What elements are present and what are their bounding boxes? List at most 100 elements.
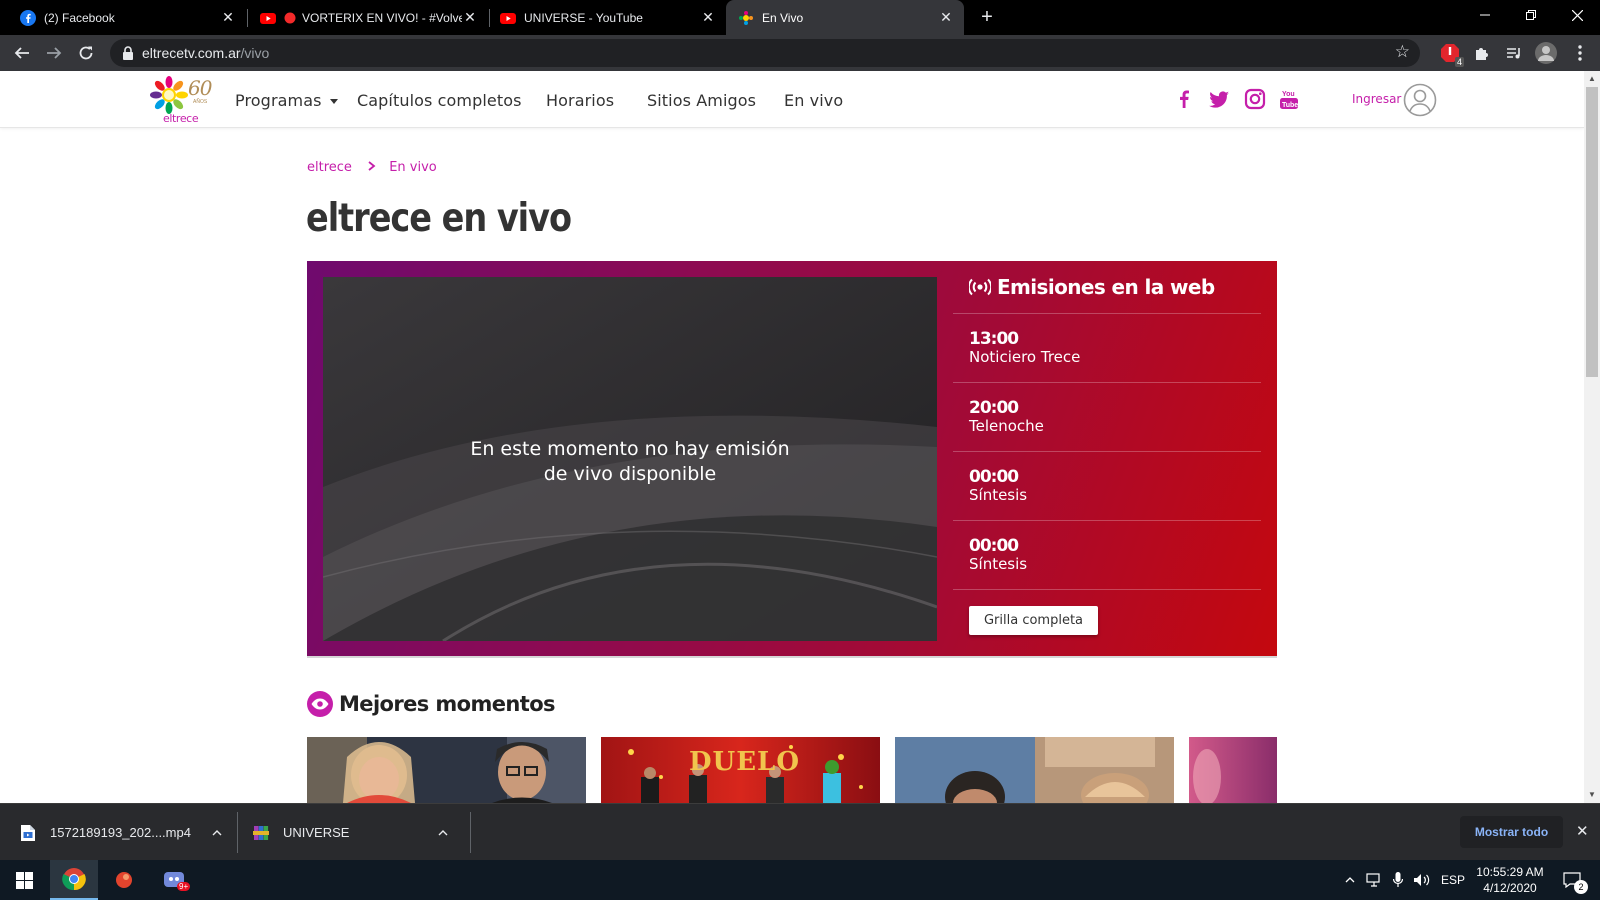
breadcrumb-current[interactable]: En vivo (389, 160, 437, 175)
breadcrumb-home[interactable]: eltrece (307, 160, 352, 175)
scroll-down-arrow-icon[interactable]: ▼ (1584, 787, 1600, 803)
taskbar-discord[interactable]: 9+ (150, 860, 198, 900)
moment-thumbnail[interactable] (1189, 737, 1277, 803)
grilla-completa-button[interactable]: Grilla completa (969, 606, 1098, 635)
reload-icon (79, 46, 93, 60)
nav-capitulos[interactable]: Capítulos completos (357, 91, 522, 110)
page-scrollbar[interactable]: ▲ ▼ (1584, 71, 1600, 803)
scroll-up-arrow-icon[interactable]: ▲ (1584, 71, 1600, 87)
taskbar-media-app[interactable] (100, 860, 148, 900)
close-tab-icon[interactable]: ✕ (462, 9, 478, 26)
close-tab-icon[interactable]: ✕ (938, 9, 954, 26)
close-window-button[interactable] (1554, 0, 1600, 30)
media-controls-button[interactable] (1502, 41, 1526, 65)
login-link[interactable]: Ingresar (1352, 92, 1401, 106)
schedule-item[interactable]: 00:00 Síntesis (953, 520, 1261, 589)
nav-sitios-amigos[interactable]: Sitios Amigos (647, 91, 756, 110)
no-stream-message: En este momento no hay emisión de vivo d… (323, 437, 937, 487)
chevron-up-icon (1345, 877, 1355, 883)
back-button[interactable] (10, 41, 34, 65)
show-hidden-icons-button[interactable] (1340, 860, 1360, 900)
arrow-left-icon (14, 47, 29, 59)
taskbar-chrome[interactable] (50, 860, 98, 900)
moment-thumbnail-image (1189, 737, 1277, 803)
schedule-program: Telenoche (969, 417, 1044, 435)
close-tab-icon[interactable]: ✕ (220, 9, 236, 26)
site-header: 60 AÑOS eltrece Programas Capítulos comp… (0, 71, 1584, 128)
chrome-menu-button[interactable] (1568, 41, 1592, 65)
restore-button[interactable] (1508, 0, 1554, 30)
live-panel: En este momento no hay emisión de vivo d… (307, 261, 1277, 658)
video-player[interactable]: En este momento no hay emisión de vivo d… (323, 277, 937, 641)
facebook-icon[interactable] (1173, 88, 1195, 110)
youtube-icon (260, 12, 276, 24)
svg-text:Tube: Tube (1282, 102, 1298, 109)
tab-universe[interactable]: UNIVERSE - YouTube ✕ (490, 0, 726, 35)
new-tab-button[interactable]: + (975, 5, 999, 29)
moment-thumbnail[interactable]: DUELO (601, 737, 880, 803)
show-all-downloads-button[interactable]: Mostrar todo (1460, 816, 1563, 848)
user-avatar-icon[interactable] (1403, 83, 1437, 117)
breadcrumb: eltrece En vivo (307, 160, 437, 175)
browser-toolbar: eltrecetv.com.ar/vivo ☆ 4 (0, 35, 1600, 71)
moment-thumbnail-title: DUELO (689, 747, 800, 777)
download-item[interactable]: UNIVERSE (253, 804, 456, 861)
media-app-icon (116, 872, 132, 888)
schedule-item[interactable]: 00:00 Síntesis (953, 451, 1261, 520)
chrome-badge: 9+ (177, 882, 191, 891)
schedule-item[interactable]: 20:00 Telenoche (953, 382, 1261, 451)
address-bar[interactable]: eltrecetv.com.ar/vivo ☆ (110, 39, 1420, 67)
speaker-icon (1414, 874, 1430, 886)
scrollbar-thumb[interactable] (1586, 87, 1598, 377)
tab-en-vivo[interactable]: En Vivo ✕ (726, 0, 964, 35)
bookmark-star-icon[interactable]: ☆ (1395, 42, 1410, 62)
url-host: eltrecetv.com.ar (142, 45, 241, 61)
nav-programas[interactable]: Programas (235, 91, 338, 110)
language-indicator[interactable]: ESP (1438, 860, 1468, 900)
downloads-bar: 1572189193_202....mp4 UNIVERSE Mostrar t… (0, 803, 1600, 860)
download-item[interactable]: 1572189193_202....mp4 (20, 804, 230, 861)
extensions-button[interactable] (1470, 41, 1494, 65)
network-tray-icon[interactable] (1363, 860, 1385, 900)
youtube-icon[interactable]: You Tube (1278, 88, 1300, 110)
moment-thumbnail[interactable] (895, 737, 1174, 803)
close-icon (1571, 9, 1583, 21)
chevron-right-icon (368, 161, 376, 171)
svg-text:You: You (1282, 91, 1295, 98)
download-filename: 1572189193_202....mp4 (50, 825, 191, 840)
profile-avatar-button[interactable] (1534, 41, 1558, 65)
chrome-icon (62, 868, 86, 891)
chevron-up-icon[interactable] (438, 829, 448, 836)
twitter-icon[interactable] (1208, 88, 1230, 110)
action-center-button[interactable]: 2 (1552, 860, 1592, 900)
clock-time: 10:55:29 AM (1476, 865, 1544, 879)
tab-facebook[interactable]: (2) Facebook ✕ (0, 0, 246, 35)
schedule-item[interactable]: 13:00 Noticiero Trece (953, 313, 1261, 382)
forward-button[interactable] (42, 41, 66, 65)
moment-thumbnail-image (307, 737, 586, 803)
nav-en-vivo[interactable]: En vivo (784, 91, 843, 110)
schedule-time: 20:00 (969, 398, 1019, 418)
nav-programas-label: Programas (235, 91, 322, 110)
close-downloads-bar-icon[interactable]: ✕ (1576, 822, 1589, 840)
moment-thumbnail[interactable] (307, 737, 586, 803)
minimize-button[interactable] (1462, 0, 1508, 30)
tab-vorterix[interactable]: VORTERIX EN VIVO! - #Volvet ✕ (248, 0, 488, 35)
schedule-program: Noticiero Trece (969, 348, 1081, 366)
start-button[interactable] (0, 860, 48, 900)
arrow-right-icon (47, 47, 62, 59)
taskbar-clock[interactable]: 10:55:29 AM 4/12/2020 (1470, 860, 1550, 900)
reload-button[interactable] (74, 41, 98, 65)
eltrece-logo[interactable]: 60 AÑOS eltrece (148, 74, 216, 126)
close-tab-icon[interactable]: ✕ (700, 9, 716, 26)
volume-tray-icon[interactable] (1411, 860, 1433, 900)
extension-adblock-button[interactable]: 4 (1438, 41, 1464, 67)
microphone-tray-icon[interactable] (1388, 860, 1408, 900)
nav-horarios[interactable]: Horarios (546, 91, 614, 110)
schedule-program: Síntesis (969, 555, 1028, 573)
schedule-time: 13:00 (969, 329, 1019, 349)
instagram-icon[interactable] (1244, 88, 1266, 110)
chevron-up-icon[interactable] (212, 829, 222, 836)
no-stream-line-2: de vivo disponible (543, 463, 717, 485)
youtube-icon (500, 12, 516, 24)
